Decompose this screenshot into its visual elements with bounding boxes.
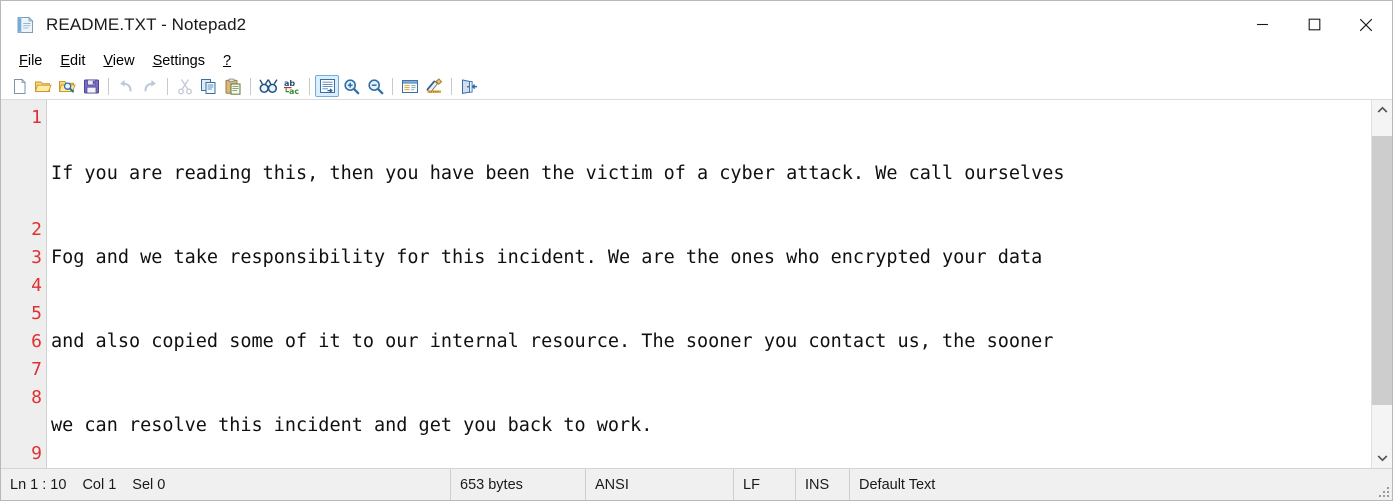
minimize-button[interactable] — [1236, 1, 1288, 48]
status-column: Col 1 — [82, 476, 117, 493]
menu-accel-edit: E — [60, 52, 71, 69]
chevron-down-icon[interactable] — [1372, 448, 1392, 468]
line-number: 8 — [31, 387, 42, 408]
window-controls — [1236, 1, 1392, 48]
status-selection: Sel 0 — [132, 476, 166, 493]
browse-file-icon[interactable] — [55, 75, 79, 97]
text-line: Fog and we take responsibility for this … — [51, 247, 1043, 268]
menu-rest-view: iew — [112, 52, 135, 69]
zoom-out-icon[interactable] — [363, 75, 387, 97]
text-line: If you are reading this, then you have b… — [51, 163, 1065, 184]
line-number: 7 — [31, 359, 42, 380]
open-file-icon[interactable] — [31, 75, 55, 97]
toolbar-separator-6 — [451, 77, 452, 95]
menu-accel-view: V — [103, 52, 113, 69]
menu-accel-help: ? — [222, 52, 232, 69]
menu-item-view[interactable]: View — [94, 51, 143, 71]
status-bar: Ln 1 : 10 Col 1 Sel 0 653 bytes ANSI LF … — [1, 468, 1392, 500]
line-number: 9 — [31, 443, 42, 464]
svg-text:ac: ac — [289, 87, 299, 95]
line-number: 3 — [31, 247, 42, 268]
status-cell-line-endings[interactable]: LF — [734, 469, 796, 500]
close-button[interactable] — [1340, 1, 1392, 48]
toolbar-separator-1 — [108, 77, 109, 95]
word-wrap-icon[interactable] — [315, 75, 339, 97]
resize-grip-icon[interactable] — [1377, 485, 1389, 497]
paste-icon[interactable] — [221, 75, 245, 97]
toolbar-separator-3 — [250, 77, 251, 95]
status-file-size: 653 bytes — [460, 476, 523, 493]
status-cell-insert-mode[interactable]: INS — [796, 469, 850, 500]
status-cell-position[interactable]: Ln 1 : 10 Col 1 Sel 0 — [1, 469, 451, 500]
menu-item-settings[interactable]: Settings — [144, 51, 214, 71]
toolbar-separator-5 — [392, 77, 393, 95]
status-scheme: Default Text — [859, 476, 936, 493]
line-number — [1, 132, 46, 160]
editor-area: 1 2 3 4 5 6 7 8 9 If you are reading thi… — [1, 100, 1392, 468]
status-encoding: ANSI — [595, 476, 629, 493]
copy-icon[interactable] — [197, 75, 221, 97]
find-icon[interactable] — [256, 75, 280, 97]
scrollbar-thumb[interactable] — [1372, 136, 1392, 406]
menu-item-help[interactable]: ? — [214, 51, 240, 71]
line-number: 6 — [31, 331, 42, 352]
maximize-button[interactable] — [1288, 1, 1340, 48]
vertical-scrollbar[interactable] — [1371, 100, 1392, 468]
line-number: 1 — [31, 107, 42, 128]
toolbar-separator-2 — [167, 77, 168, 95]
menu-item-edit[interactable]: Edit — [51, 51, 94, 71]
status-cell-file-size[interactable]: 653 bytes — [451, 469, 586, 500]
zoom-in-icon[interactable] — [339, 75, 363, 97]
cut-icon[interactable] — [173, 75, 197, 97]
line-number-gutter: 1 2 3 4 5 6 7 8 9 — [1, 100, 47, 468]
scheme-icon[interactable] — [398, 75, 422, 97]
save-file-icon[interactable] — [79, 75, 103, 97]
text-line: we can resolve this incident and get you… — [51, 415, 653, 436]
menu-rest-file: ile — [27, 52, 43, 69]
status-line-position: Ln 1 : 10 — [10, 476, 67, 493]
undo-icon[interactable] — [114, 75, 138, 97]
line-number — [1, 160, 46, 188]
text-editor-content[interactable]: If you are reading this, then you have b… — [47, 100, 1371, 468]
status-line-endings: LF — [743, 476, 760, 493]
toolbar-separator-4 — [309, 77, 310, 95]
line-number — [1, 188, 46, 216]
menu-rest-settings: ettings — [162, 52, 205, 69]
menu-item-file[interactable]: File — [10, 51, 51, 71]
status-cell-scheme[interactable]: Default Text — [850, 469, 1392, 500]
line-number: 4 — [31, 275, 42, 296]
new-file-icon[interactable] — [7, 75, 31, 97]
title-bar-left: README.TXT - Notepad2 — [1, 14, 246, 36]
line-number: 2 — [31, 219, 42, 240]
notepad-document-icon — [14, 14, 36, 36]
menu-rest-edit: dit — [70, 52, 86, 69]
scrollbar-track[interactable] — [1372, 120, 1392, 448]
line-number: 5 — [31, 303, 42, 324]
toolbar: ab ac — [1, 73, 1392, 100]
menu-accel-settings: S — [152, 52, 163, 69]
exit-icon[interactable] — [457, 75, 481, 97]
status-cell-encoding[interactable]: ANSI — [586, 469, 734, 500]
window-title: README.TXT - Notepad2 — [46, 14, 247, 34]
title-bar: README.TXT - Notepad2 — [1, 1, 1392, 48]
line-number — [1, 412, 46, 440]
status-insert-mode: INS — [805, 476, 830, 493]
text-line: and also copied some of it to our intern… — [51, 331, 1054, 352]
customize-icon[interactable] — [422, 75, 446, 97]
replace-icon[interactable]: ab ac — [280, 75, 304, 97]
redo-icon[interactable] — [138, 75, 162, 97]
menu-accel-file: F — [19, 52, 28, 69]
notepad2-window: README.TXT - Notepad2 File Edit View Set… — [0, 0, 1393, 501]
chevron-up-icon[interactable] — [1372, 100, 1392, 120]
menu-bar: File Edit View Settings ? — [1, 48, 1392, 73]
